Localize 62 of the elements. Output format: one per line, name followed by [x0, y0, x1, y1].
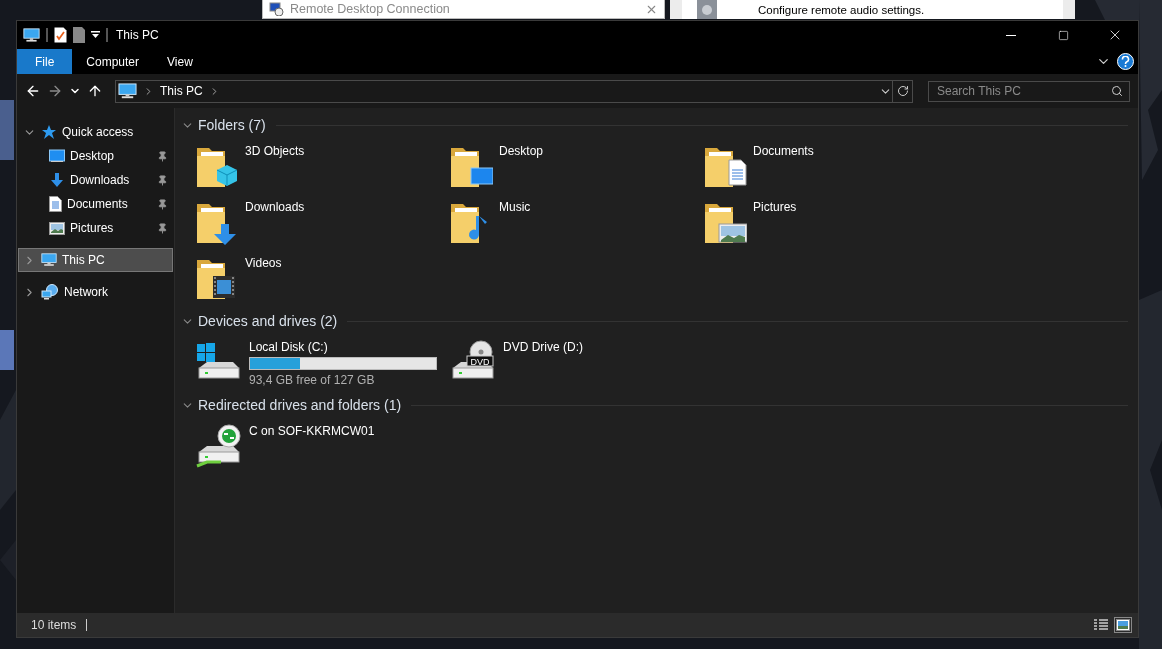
folder-item[interactable]: Downloads — [195, 192, 449, 248]
minimize-icon — [1006, 34, 1016, 36]
ribbon-tab[interactable]: Computer — [72, 49, 154, 74]
description-text: Configure remote audio settings. — [758, 3, 925, 16]
sidebar-item[interactable]: Desktop — [18, 144, 173, 168]
folder-item[interactable]: Documents — [703, 136, 957, 192]
forward-arrow-icon — [47, 83, 63, 99]
sidebar-item[interactable]: Documents — [18, 192, 173, 216]
folder-item[interactable]: Desktop — [449, 136, 703, 192]
drive-item[interactable]: DVD DVD Drive (D:) — [449, 332, 703, 388]
breadcrumb[interactable]: This PC — [160, 84, 203, 98]
document-icon — [49, 196, 62, 212]
group-header: Devices and drives (2) — [198, 313, 338, 329]
list-icon — [1094, 619, 1108, 631]
computer-icon — [41, 253, 57, 267]
drive-item[interactable]: Local Disk (C:) 93,4 GB free of 127 GB — [195, 332, 449, 388]
help-button[interactable] — [1117, 53, 1134, 70]
picture-icon — [49, 221, 65, 235]
speaker-icon — [696, 0, 718, 19]
window-title: Remote Desktop Connection — [290, 2, 451, 16]
address-bar[interactable]: This PC — [115, 79, 913, 103]
ribbon-tab[interactable]: View — [153, 49, 207, 74]
download-arrow-icon — [49, 172, 65, 188]
sidebar-item[interactable]: Downloads — [18, 168, 173, 192]
properties-icon[interactable] — [54, 27, 67, 43]
network-drive-icon — [195, 422, 243, 470]
search-field[interactable]: Search This PC — [928, 80, 1130, 102]
group-header: Folders (7) — [198, 117, 266, 133]
image-icon — [1116, 619, 1130, 631]
folder-item[interactable]: Music — [449, 192, 703, 248]
computer-icon — [118, 82, 137, 100]
sidebar-item[interactable]: Pictures — [18, 216, 173, 240]
folder-item[interactable]: 3D Objects — [195, 136, 449, 192]
drive-name: DVD Drive (D:) — [503, 340, 583, 354]
sidebar-item[interactable]: This PC — [18, 248, 173, 272]
remote-desktop-icon — [269, 2, 284, 16]
search-icon[interactable] — [1111, 84, 1123, 97]
folder-item[interactable]: Pictures — [703, 192, 957, 248]
refresh-icon — [896, 85, 909, 97]
sidebar-item[interactable]: Network — [18, 280, 173, 304]
drive-name: C on SOF-KKRMCW01 — [249, 424, 375, 438]
window-title: This PC — [116, 28, 160, 42]
dropdown-icon[interactable] — [91, 31, 100, 39]
ribbon-tab[interactable]: File — [17, 49, 73, 74]
forward-button[interactable] — [47, 83, 63, 99]
large-icons-view-button[interactable] — [1114, 617, 1132, 633]
free-space-text: 93,4 GB free of 127 GB — [249, 373, 376, 387]
maximize-icon — [1057, 29, 1069, 41]
item-count: 10 items — [31, 618, 77, 632]
desktop-icon — [49, 149, 65, 163]
up-button[interactable] — [87, 83, 103, 99]
computer-icon — [23, 27, 40, 43]
network-icon — [41, 284, 59, 300]
group-header: Redirected drives and folders (1) — [198, 397, 402, 413]
drive-name: Local Disk (C:) — [249, 340, 329, 354]
question-mark-icon — [1121, 56, 1130, 67]
back-button[interactable] — [25, 83, 41, 99]
sidebar-item[interactable]: Quick access — [18, 120, 173, 144]
details-view-button[interactable] — [1092, 617, 1110, 633]
folder-item[interactable]: Videos — [195, 248, 449, 304]
drive-item[interactable]: C on SOF-KKRMCW01 — [195, 416, 449, 472]
star-icon — [41, 124, 57, 140]
